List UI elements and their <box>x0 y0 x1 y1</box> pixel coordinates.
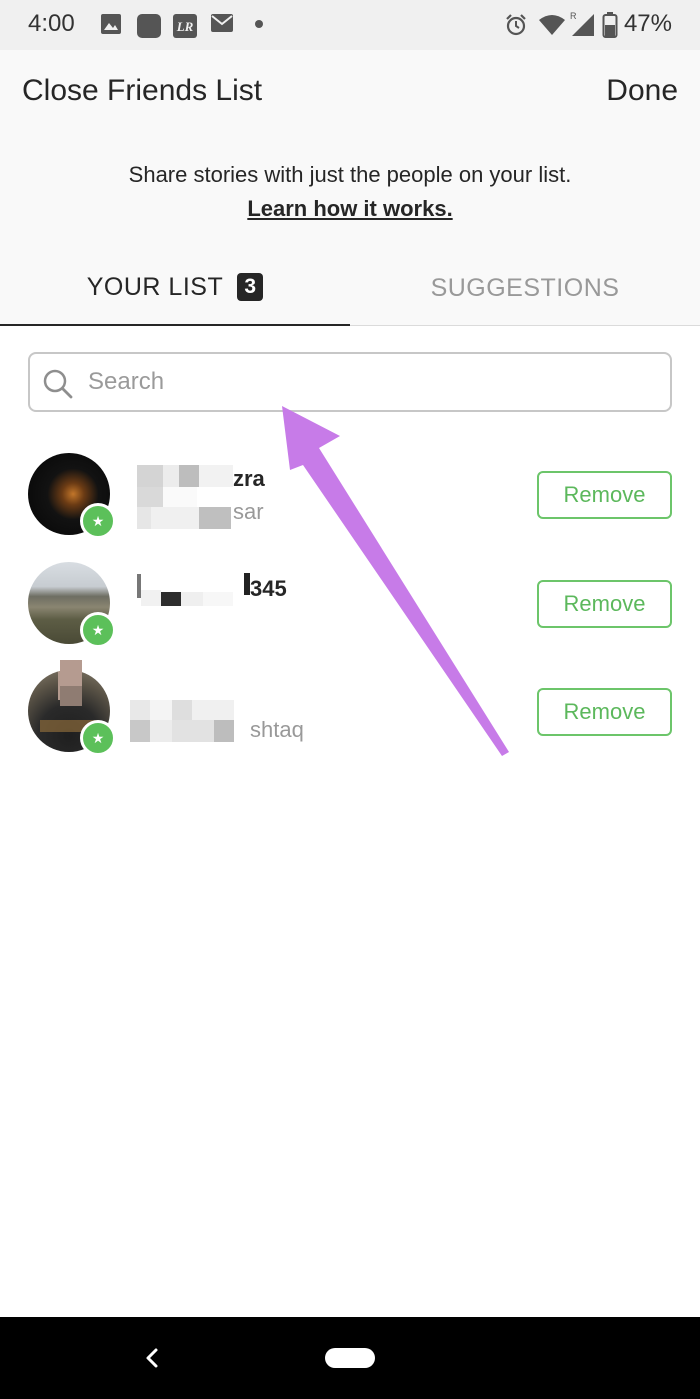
back-icon[interactable] <box>140 1343 164 1373</box>
annotation-arrow <box>282 406 509 756</box>
home-button[interactable] <box>325 1348 375 1368</box>
navigation-bar <box>0 1317 700 1399</box>
